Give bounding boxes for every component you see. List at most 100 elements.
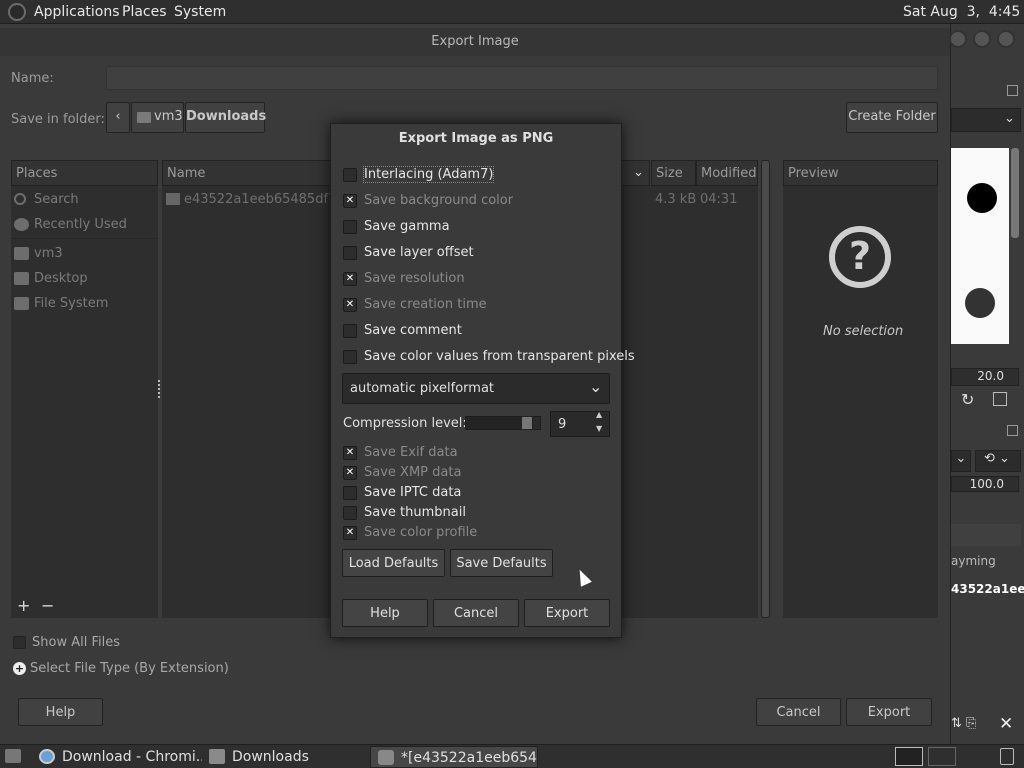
compression-slider-handle[interactable] — [521, 416, 533, 430]
top-panel: Applications Places System Sat Aug 3, 4:… — [0, 0, 1024, 24]
cancel-button[interactable]: Cancel — [756, 698, 841, 726]
select-file-type-label[interactable]: Select File Type (By Extension) — [30, 661, 229, 676]
place-desktop[interactable]: Desktop — [14, 271, 88, 286]
mode-dropdown[interactable]: ⌄ — [951, 450, 971, 472]
file-list-scrollbar[interactable] — [761, 160, 770, 618]
reload-icon[interactable]: ↻ — [961, 390, 974, 409]
compression-spin[interactable]: 9 ▲ ▼ — [550, 410, 610, 437]
menu-applications[interactable]: Applications — [34, 4, 120, 20]
metadata-option-label: Save XMP data — [364, 465, 462, 480]
menu-system[interactable]: System — [174, 4, 226, 20]
compression-slider[interactable] — [465, 416, 541, 430]
pixelformat-value: automatic pixelformat — [350, 381, 495, 396]
opacity-spin[interactable]: 100.0 — [951, 476, 1019, 492]
show-all-files-checkbox[interactable] — [13, 636, 26, 649]
export-button[interactable]: Export — [846, 698, 932, 726]
checkbox-unchecked-icon[interactable] — [343, 246, 357, 260]
column-modified-header[interactable]: Modified — [696, 160, 758, 186]
file-size: 4.3 kB — [655, 192, 697, 207]
checkbox-checked-icon[interactable]: ✕ — [343, 194, 357, 208]
brush-selector[interactable]: ⌄ — [951, 108, 1021, 132]
dialog-export-button[interactable]: Export — [524, 599, 610, 627]
brush-grid[interactable] — [951, 148, 1009, 344]
brush-preview — [967, 183, 997, 213]
show-desktop-icon[interactable] — [5, 749, 21, 763]
load-defaults-button[interactable]: Load Defaults — [342, 549, 445, 577]
spin-up-icon[interactable]: ▲ — [596, 410, 602, 419]
taskbar-chromium-label: Download - Chromi... — [62, 749, 202, 765]
checkbox-checked-icon[interactable]: ✕ — [343, 526, 357, 540]
checkbox-unchecked-icon[interactable] — [343, 506, 357, 520]
place-vm3[interactable]: vm3 — [14, 246, 63, 261]
checkbox-checked-icon[interactable]: ✕ — [343, 298, 357, 312]
question-mark-icon: ? — [829, 226, 891, 288]
create-folder-button[interactable]: Create Folder — [846, 102, 938, 133]
drive-icon — [14, 297, 29, 310]
tab-menu-icon[interactable] — [1007, 85, 1018, 96]
dialog-help-button[interactable]: Help — [342, 599, 428, 627]
chevron-down-icon[interactable]: ⌄ — [633, 165, 644, 180]
export-brush-icon[interactable] — [993, 392, 1007, 406]
compression-label: Compression level: — [343, 416, 467, 431]
chevron-down-icon: ⌄ — [589, 377, 603, 396]
checkbox-checked-icon[interactable]: ✕ — [343, 446, 357, 460]
checkbox-unchecked-icon[interactable] — [343, 220, 357, 234]
path-downloads-button[interactable]: Downloads — [185, 102, 266, 133]
metadata-option-label: Save IPTC data — [364, 485, 462, 500]
brush-grid-scrollbar[interactable] — [1011, 148, 1019, 238]
checkbox-checked-icon[interactable]: ✕ — [343, 272, 357, 286]
checkbox-unchecked-icon[interactable] — [343, 350, 357, 364]
chromium-icon — [39, 749, 55, 764]
checkbox-checked-icon[interactable]: ✕ — [343, 466, 357, 480]
pixelformat-select[interactable]: automatic pixelformat ⌄ — [342, 373, 610, 404]
places-add-icon[interactable]: + — [17, 596, 30, 615]
metadata-option-label: Save color profile — [364, 525, 478, 540]
delete-layer-icon[interactable]: ✕ — [999, 714, 1013, 734]
png-option-label: Save creation time — [364, 297, 487, 312]
place-file-system[interactable]: File System — [14, 296, 108, 311]
window-button-icon[interactable] — [997, 30, 1015, 48]
no-selection-label: No selection — [823, 324, 904, 339]
place-recently-used[interactable]: Recently Used — [14, 217, 127, 232]
places-remove-icon[interactable]: − — [41, 596, 54, 615]
reset-dropdown[interactable]: ⟲ ⌄ — [975, 450, 1021, 472]
window-button-icon[interactable] — [949, 30, 967, 48]
dialog-cancel-button[interactable]: Cancel — [433, 599, 519, 627]
workspace-switcher-icon[interactable] — [895, 747, 923, 766]
help-button[interactable]: Help — [18, 698, 103, 726]
checkbox-unchecked-icon[interactable] — [343, 486, 357, 500]
trash-icon[interactable] — [1000, 748, 1014, 765]
layer-name[interactable]: 43522a1eeb65 — [951, 582, 1024, 596]
taskbar-item-downloads[interactable]: Downloads — [202, 746, 367, 768]
path-back-button[interactable]: ‹ — [106, 102, 130, 133]
column-size-header[interactable]: Size — [651, 160, 696, 186]
opacity-value: 100.0 — [969, 477, 1004, 491]
place-search[interactable]: Search — [14, 192, 79, 207]
workspace-switcher-icon[interactable] — [928, 747, 956, 766]
menu-places[interactable]: Places — [122, 4, 167, 20]
layer-tools-icon[interactable]: ⇅ ⎘ — [951, 716, 976, 731]
image-file-icon — [166, 193, 180, 205]
png-option-label: Save layer offset — [364, 245, 474, 260]
preview-panel: ? No selection — [783, 186, 938, 618]
taskbar-item-chromium[interactable]: Download - Chromi... — [32, 746, 202, 768]
brush-size-spin[interactable]: 20.0 — [951, 368, 1019, 386]
window-title: Export Image — [0, 28, 950, 56]
checkbox-unchecked-icon[interactable] — [343, 168, 357, 182]
path-vm3-button[interactable]: vm3 — [131, 102, 184, 133]
system-logo-icon[interactable] — [8, 3, 26, 21]
pane-resize-handle[interactable] — [158, 380, 161, 398]
preview-header: Preview — [783, 160, 938, 186]
clock[interactable]: Sat Aug 3, 4:45 AM — [903, 4, 1024, 20]
taskbar-item-gimp[interactable]: *[e43522a1eeb6548... — [370, 746, 538, 768]
tab-menu-icon[interactable] — [1007, 425, 1018, 436]
expander-icon[interactable]: + — [13, 662, 26, 675]
save-defaults-button[interactable]: Save Defaults — [450, 549, 553, 577]
window-button-icon[interactable] — [973, 30, 991, 48]
checkbox-unchecked-icon[interactable] — [343, 324, 357, 338]
places-header[interactable]: Places — [11, 160, 158, 186]
name-label: Name: — [11, 71, 54, 86]
desktop-folder-icon — [14, 272, 29, 285]
name-input[interactable] — [106, 66, 938, 90]
spin-down-icon[interactable]: ▼ — [596, 424, 602, 433]
